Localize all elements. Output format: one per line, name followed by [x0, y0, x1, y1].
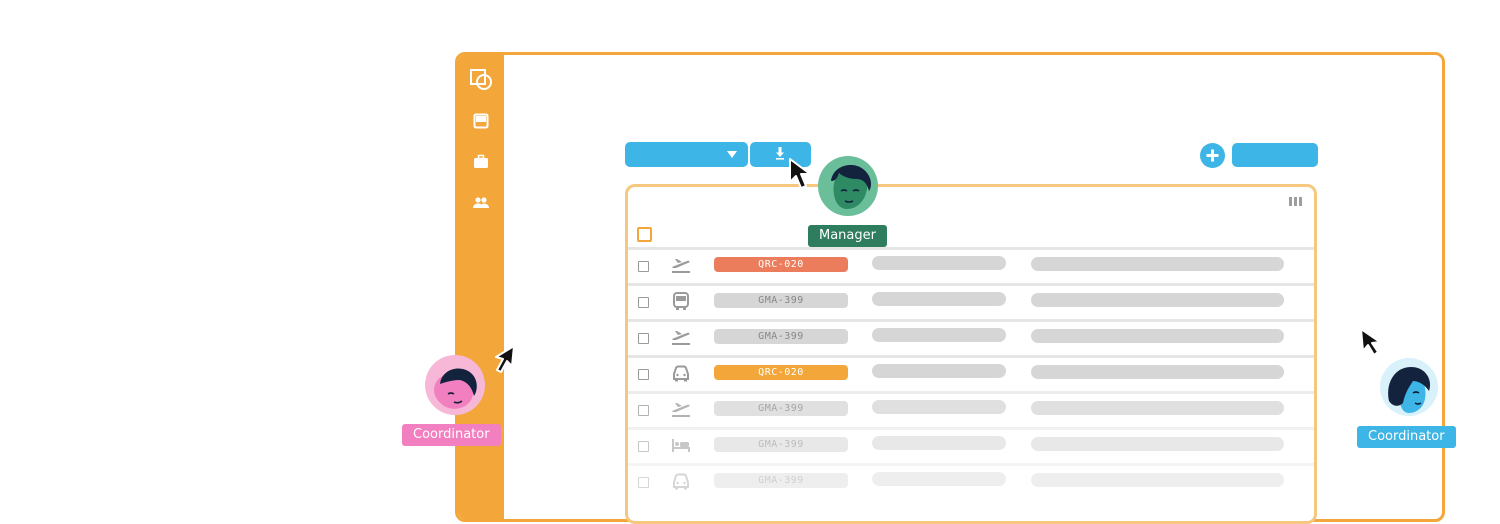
- row-checkbox[interactable]: [638, 477, 649, 488]
- placeholder-bar: [1031, 257, 1284, 271]
- plus-circle-icon: [1206, 149, 1219, 162]
- booking-code-badge: QRC-020: [714, 257, 848, 272]
- placeholder-bar: [872, 400, 1006, 414]
- booking-code-badge: GMA-399: [714, 293, 848, 308]
- booking-code-badge: QRC-020: [714, 365, 848, 380]
- booking-code-badge: GMA-399: [714, 401, 848, 416]
- placeholder-bar: [1031, 293, 1284, 307]
- placeholder-bar: [872, 256, 1006, 270]
- booking-code-badge: GMA-399: [714, 329, 848, 344]
- table-row[interactable]: GMA-399: [628, 463, 1314, 496]
- booking-code-badge: GMA-399: [714, 473, 848, 488]
- users-icon[interactable]: [458, 196, 504, 210]
- briefcase-icon[interactable]: [458, 154, 504, 170]
- sidebar: [458, 55, 504, 519]
- row-checkbox[interactable]: [638, 405, 649, 416]
- table-row[interactable]: GMA-399: [628, 319, 1314, 352]
- filter-dropdown[interactable]: [625, 142, 748, 167]
- add-button[interactable]: [1200, 143, 1225, 168]
- row-checkbox[interactable]: [638, 369, 649, 380]
- car-icon: [670, 363, 692, 383]
- manager-avatar: [818, 156, 878, 216]
- placeholder-bar: [1031, 473, 1284, 487]
- booking-code-badge: GMA-399: [714, 437, 848, 452]
- table-row[interactable]: GMA-399: [628, 391, 1314, 424]
- placeholder-bar: [872, 328, 1006, 342]
- coordinator-right-avatar: [1380, 358, 1438, 416]
- row-checkbox[interactable]: [638, 297, 649, 308]
- placeholder-bar: [872, 292, 1006, 306]
- data-table: QRC-020 GMA-399 GMA-399 QRC-020 GMA-399 GMA-3…: [625, 184, 1317, 524]
- table-row[interactable]: GMA-399: [628, 283, 1314, 316]
- bed-icon: [670, 435, 692, 455]
- car-icon: [670, 471, 692, 491]
- coordinator-left-label: Coordinator: [402, 424, 501, 446]
- table-row[interactable]: QRC-020: [628, 247, 1314, 280]
- placeholder-bar: [1031, 365, 1284, 379]
- bus-icon: [670, 291, 692, 311]
- placeholder-bar: [872, 436, 1006, 450]
- table-row[interactable]: QRC-020: [628, 355, 1314, 388]
- shapes-icon[interactable]: [458, 67, 504, 93]
- manager-cursor-icon: [789, 158, 811, 189]
- columns-icon[interactable]: [1289, 197, 1302, 206]
- placeholder-bar: [872, 364, 1006, 378]
- select-all-checkbox[interactable]: [637, 227, 652, 242]
- placeholder-bar: [1031, 401, 1284, 415]
- coordinator-left-cursor-icon: [495, 345, 515, 373]
- coordinator-left-avatar: [425, 355, 485, 415]
- row-checkbox[interactable]: [638, 441, 649, 452]
- plane-departure-icon: [670, 255, 692, 275]
- coordinator-right-label: Coordinator: [1357, 426, 1456, 448]
- placeholder-bar: [1031, 437, 1284, 451]
- manager-label: Manager: [808, 225, 887, 247]
- inbox-icon[interactable]: [458, 113, 504, 129]
- download-icon: [776, 147, 784, 160]
- table-row[interactable]: GMA-399: [628, 427, 1314, 460]
- caret-down-icon: [727, 151, 737, 158]
- placeholder-bar: [872, 472, 1006, 486]
- row-checkbox[interactable]: [638, 333, 649, 344]
- add-item-button[interactable]: [1232, 143, 1318, 167]
- row-checkbox[interactable]: [638, 261, 649, 272]
- plane-departure-icon: [670, 399, 692, 419]
- plane-departure-icon: [670, 327, 692, 347]
- coordinator-right-cursor-icon: [1360, 328, 1381, 356]
- placeholder-bar: [1031, 329, 1284, 343]
